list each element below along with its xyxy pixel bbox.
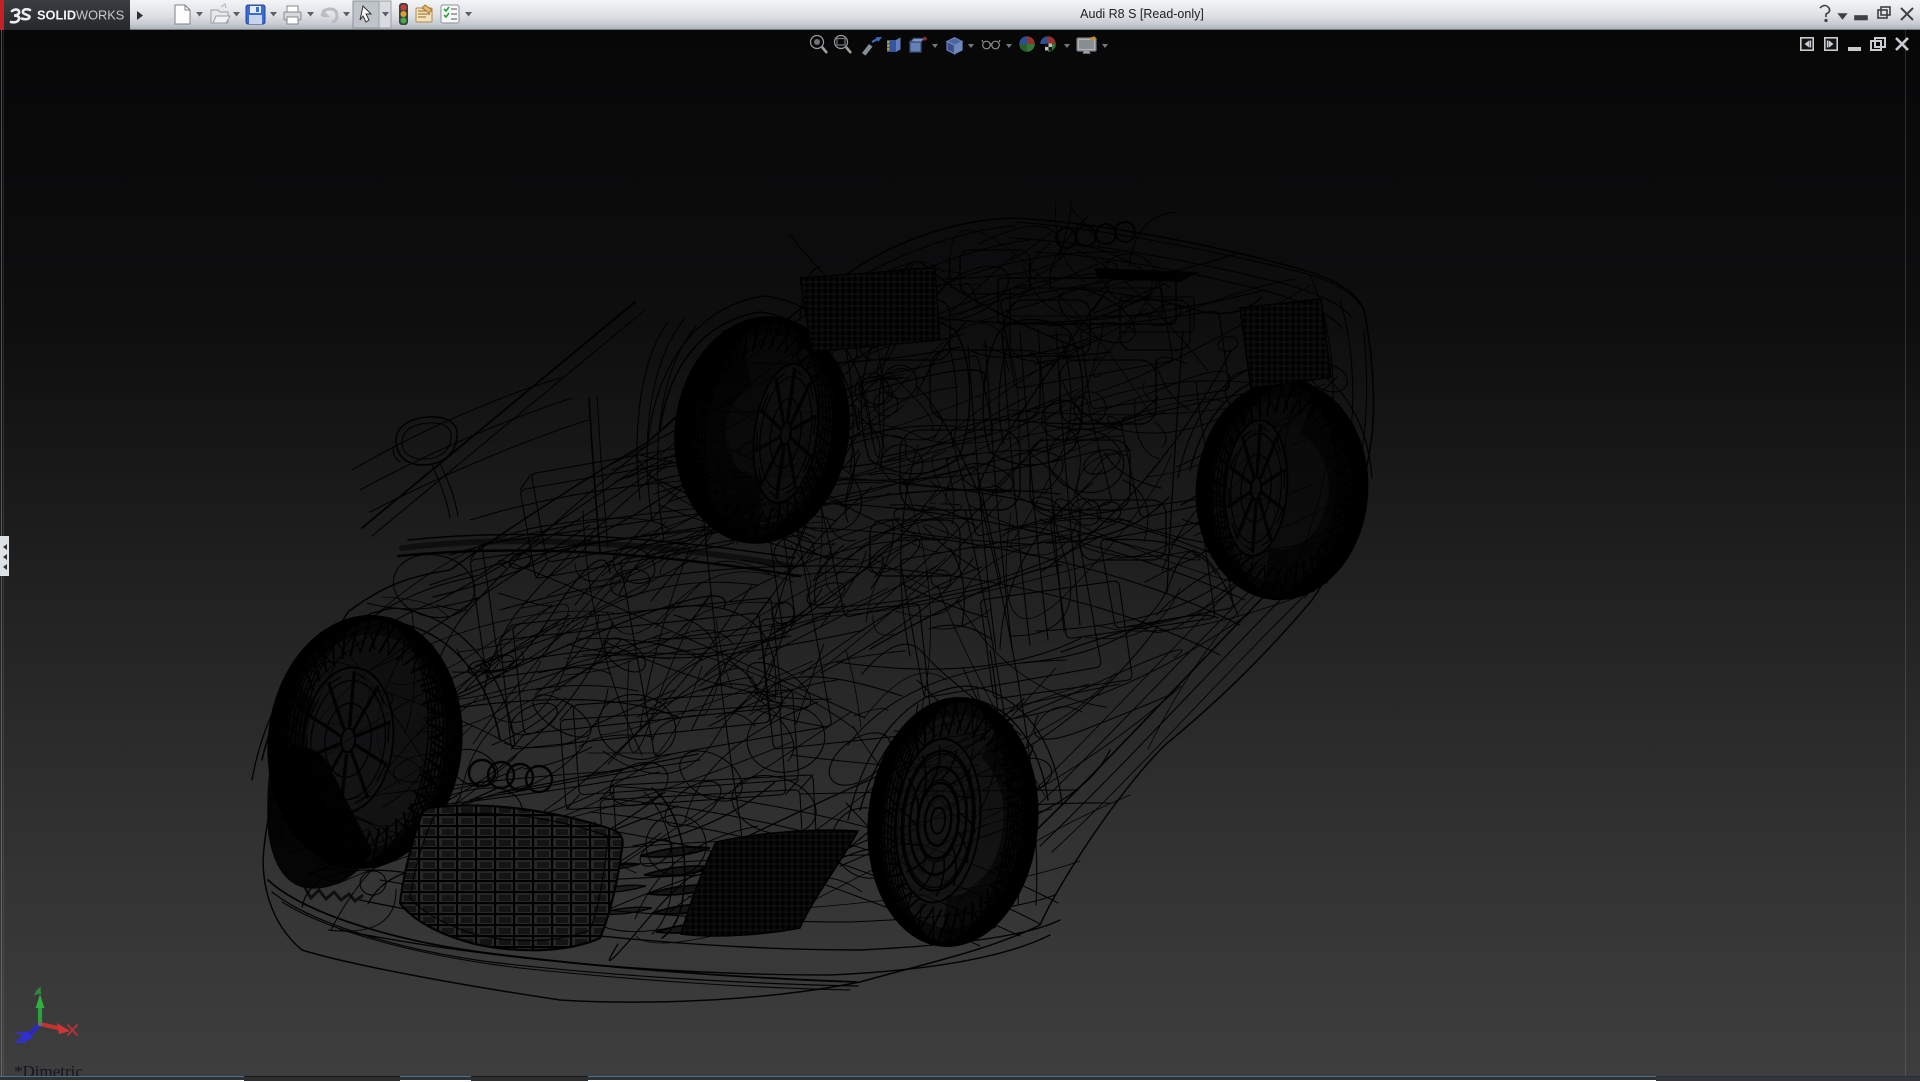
svg-text:SOLID: SOLID (37, 8, 76, 23)
svg-text:WORKS: WORKS (76, 8, 124, 23)
